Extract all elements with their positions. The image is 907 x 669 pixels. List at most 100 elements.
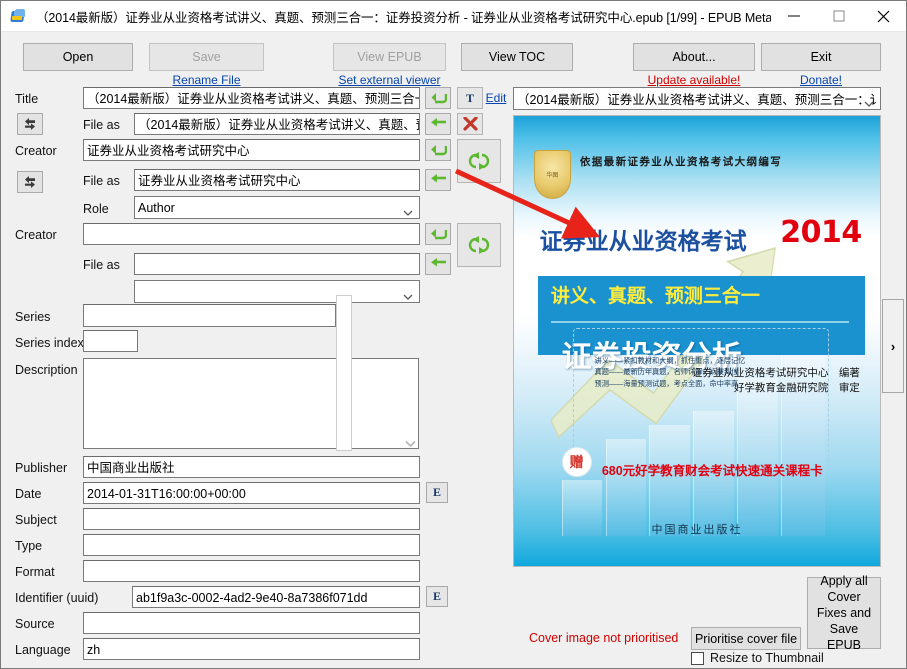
title-copy-button[interactable] [425,87,451,109]
maximize-icon[interactable] [816,1,861,31]
close-icon[interactable] [861,1,906,31]
prioritise-cover-button[interactable]: Prioritise cover file [691,627,801,650]
title-fileas-input[interactable]: （2014最新版）证券业从业资格考试讲义、真题、预测三合 [134,113,420,135]
exit-button[interactable]: Exit [761,43,881,71]
creator-2-fileas-label: File as [83,258,120,272]
identifier-label: Identifier (uuid) [15,591,99,605]
language-label: Language [15,643,71,657]
checkbox-box[interactable] [691,651,704,665]
title-delete-button[interactable] [457,113,483,135]
description-scrollbar[interactable] [403,359,418,448]
creator-2-copy-button[interactable] [425,223,451,245]
epub-metadata-editor-window: （2014最新版）证券业从业资格考试讲义、真题、预测三合一：证券投资分析 - 证… [0,0,907,669]
subject-label: Subject [15,513,57,527]
creator-2-fileas-copy-button[interactable] [425,253,451,275]
update-available-link[interactable]: Update available! [633,73,755,87]
format-label: Format [15,565,55,579]
resize-thumbnail-label: Resize to Thumbnail [710,651,824,665]
creator-2-fileas-input[interactable] [134,253,420,275]
type-input[interactable] [83,534,420,556]
creator-1-label: Creator [15,144,57,158]
rename-file-link[interactable]: Rename File [149,73,264,87]
view-epub-button[interactable]: View EPUB [333,43,446,71]
creator-1-refresh-button[interactable] [457,139,501,183]
apply-all-cover-fixes-button[interactable]: Apply all Cover Fixes and Save EPUB [807,574,881,652]
creator-1-fileas-input[interactable]: 证券业从业资格考试研究中心 [134,169,420,191]
description-textarea[interactable] [83,358,419,449]
cover-file-value: （2014最新版）证券业从业资格考试讲义、真题、预测三合一：讠 [517,93,881,107]
resize-thumbnail-checkbox[interactable]: Resize to Thumbnail [691,651,824,665]
window-title: （2014最新版）证券业从业资格考试讲义、真题、预测三合一：证券投资分析 - 证… [36,10,771,25]
format-input[interactable] [83,560,420,582]
cover-band-rule [550,320,849,323]
title-input[interactable]: （2014最新版）证券业从业资格考试讲义、真题、预测三合一：证券 [83,87,420,109]
cover-status-text: Cover image not prioritised [529,631,679,645]
creator-1-role-label: Role [83,202,109,216]
form-scrollbar[interactable] [336,295,352,451]
cover-gift-icon: 赠 [561,446,592,477]
form-scrollbar-thumb[interactable] [336,295,352,451]
series-index-label: Series index [15,336,84,350]
creator-1-fileas-label: File as [83,174,120,188]
creator-1-role-select[interactable]: Author [134,196,420,219]
cover-heading: 证券业从业资格考试 [539,227,747,254]
set-external-viewer-link[interactable]: Set external viewer [333,73,446,87]
creator-1-swap-button[interactable] [17,171,43,193]
creator-2-refresh-button[interactable] [457,223,501,267]
cover-bullet-2: 真题——最新历年真题，名师详解，点拨到位 [594,367,739,376]
cover-bullet-1: 讲义——紧扣教材和大纲，抓住重点，逐层记忆 [594,355,746,365]
source-input[interactable] [83,612,420,634]
identifier-input[interactable]: ab1f9a3c-0002-4ad2-9e40-8a7386f071dd [132,586,420,608]
series-input[interactable] [83,304,336,327]
creator-1-fileas-copy-button[interactable] [425,169,451,191]
identifier-edit-button[interactable]: E [426,586,448,607]
chevron-down-icon [403,205,413,216]
chevron-down-icon [403,289,413,300]
chevron-down-icon [405,435,416,448]
publisher-input[interactable]: 中国商业出版社 [83,456,420,478]
title-bar: （2014最新版）证券业从业资格考试讲义、真题、预测三合一：证券投资分析 - 证… [1,1,906,32]
title-edit-link[interactable]: Edit [484,91,508,105]
title-fileas-label: File as [83,118,120,132]
view-toc-button[interactable]: View TOC [461,43,573,71]
cover-bullets: 讲义——紧扣教材和大纲，抓住重点，逐层记忆 真题——最新历年真题，名师详解，点拨… [595,355,746,390]
minimize-icon[interactable] [771,1,816,31]
source-label: Source [15,617,55,631]
cover-bullet-3: 预测——海量预测试题，考点全面，命中率高 [594,378,739,388]
cover-publisher: 中国商业出版社 [651,522,743,536]
cover-file-select[interactable]: （2014最新版）证券业从业资格考试讲义、真题、预测三合一：讠 [513,87,881,110]
series-index-input[interactable] [83,330,138,352]
cover-dashed-box [572,327,829,472]
subject-input[interactable] [83,508,420,530]
title-fileas-copy-button[interactable] [425,113,451,135]
title-text-button[interactable]: T [457,87,483,109]
creator-2-input[interactable] [83,223,420,245]
creator-1-copy-button[interactable] [425,139,451,161]
cover-image: 华图 依据最新证券业从业资格考试大纲编写 证券业从业资格考试 2014 讲义、真… [514,116,880,566]
title-label: Title [15,92,39,106]
cover-preview[interactable]: 华图 依据最新证券业从业资格考试大纲编写 证券业从业资格考试 2014 讲义、真… [513,115,881,567]
cover-tagline: 依据最新证券业从业资格考试大纲编写 [579,155,783,168]
description-label: Description [15,363,78,377]
creator-1-input[interactable]: 证券业从业资格考试研究中心 [83,139,420,161]
cover-badge-text: 华图 [546,172,559,179]
creator-2-label: Creator [15,228,57,242]
open-button[interactable]: Open [23,43,133,71]
expand-panel-button[interactable]: › [882,299,904,393]
donate-link[interactable]: Donate! [761,73,881,87]
cover-badge-icon: 华图 [534,149,571,200]
about-button[interactable]: About... [633,43,755,71]
creator-2-role-select[interactable] [134,280,420,303]
date-label: Date [15,487,42,501]
date-edit-button[interactable]: E [426,482,448,503]
app-icon [10,8,27,25]
cover-band-line: 讲义、真题、预测三合一 [550,286,760,308]
series-label: Series [15,310,51,324]
creator-1-role-value: Author [138,200,175,215]
language-input[interactable]: zh [83,638,420,660]
chevron-down-icon [864,96,874,107]
date-input[interactable]: 2014-01-31T16:00:00+00:00 [83,482,420,504]
title-swap-button[interactable] [17,113,43,135]
save-button[interactable]: Save [149,43,264,71]
cover-gift-text: 680元好学教育财会考试快速通关课程卡 [601,464,823,479]
